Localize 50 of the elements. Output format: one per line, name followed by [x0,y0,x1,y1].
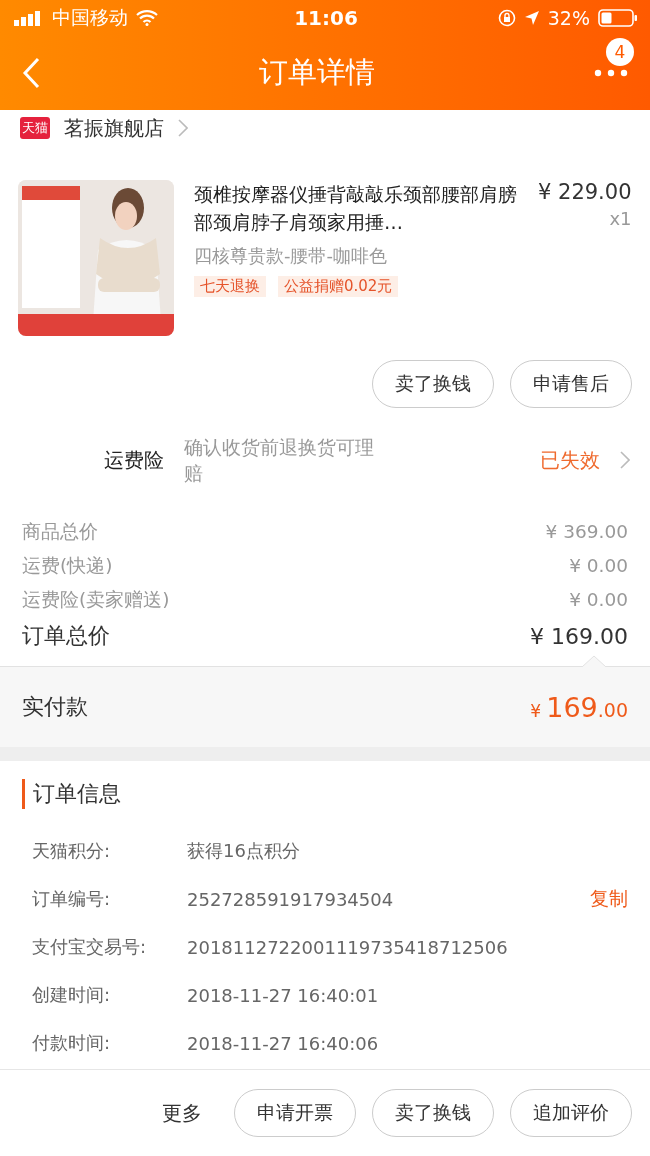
info-value: 2018-11-27 16:40:06 [187,1032,379,1054]
cost-value: ¥ 369.00 [545,520,628,542]
action-button[interactable]: 申请售后 [510,360,632,408]
action-button[interactable]: 申请开票 [234,1089,356,1137]
carrier-name: 中国移动 [52,5,128,30]
action-button[interactable]: 卖了换钱 [372,1089,494,1137]
more-button[interactable]: 更多 [162,1099,202,1127]
info-value: 2018112722001119735418712506 [187,936,508,958]
product-price: ¥ 229.00 [538,180,632,204]
cost-value: ¥ 0.00 [569,588,628,610]
cost-label: 运费(快递) [22,553,113,578]
action-button[interactable]: 卖了换钱 [372,360,494,408]
wifi-icon [136,10,158,26]
chevron-right-icon [620,451,630,469]
battery-percent: 32% [547,7,590,29]
service-tag: 公益捐赠0.02元 [278,276,399,297]
info-label: 天猫积分: [32,839,112,863]
page-title: 订单详情 [259,54,375,91]
store-badge: 天猫 [20,117,50,139]
clock-time: 11:06 [294,6,358,30]
info-value: 获得16点积分 [187,839,300,863]
cost-value: ¥ 0.00 [569,554,628,576]
battery-icon [598,9,638,27]
insurance-description: 确认收货前退换货可理赔 [184,435,375,486]
cost-label: 商品总价 [22,519,98,544]
insurance-label: 运费险 [104,446,164,474]
product-variant: 四核尊贵款-腰带-咖啡色 [194,244,388,268]
notification-badge: 4 [606,38,634,66]
shop-name[interactable]: 茗振旗舰店 [64,114,164,142]
product-quantity: x1 [609,208,632,229]
info-value: 2018-11-27 16:40:01 [187,984,379,1006]
location-arrow-icon [523,10,540,26]
order-total-label: 订单总价 [22,622,110,650]
info-label: 支付宝交易号: [32,935,148,959]
info-label: 订单编号: [32,887,112,911]
info-label: 创建时间: [32,983,112,1007]
back-button[interactable] [22,57,40,89]
paid-label: 实付款 [22,693,88,721]
info-value: 252728591917934504 [187,888,394,910]
service-tag: 七天退换 [194,276,266,297]
rotation-lock-icon [497,9,516,27]
cost-label: 运费险(卖家赠送) [22,587,170,612]
product-title[interactable]: 颈椎按摩器仪捶背敲敲乐颈部腰部肩膀部颈肩脖子肩颈家用捶… [194,180,524,236]
chevron-right-icon [178,119,188,137]
info-label: 付款时间: [32,1031,112,1055]
order-total-value: ¥ 169.00 [530,623,628,649]
section-title: 订单信息 [22,779,628,809]
paid-amount: ¥ 169.00 [530,691,628,723]
more-menu-button[interactable] [594,69,628,77]
action-button[interactable]: 追加评价 [510,1089,632,1137]
